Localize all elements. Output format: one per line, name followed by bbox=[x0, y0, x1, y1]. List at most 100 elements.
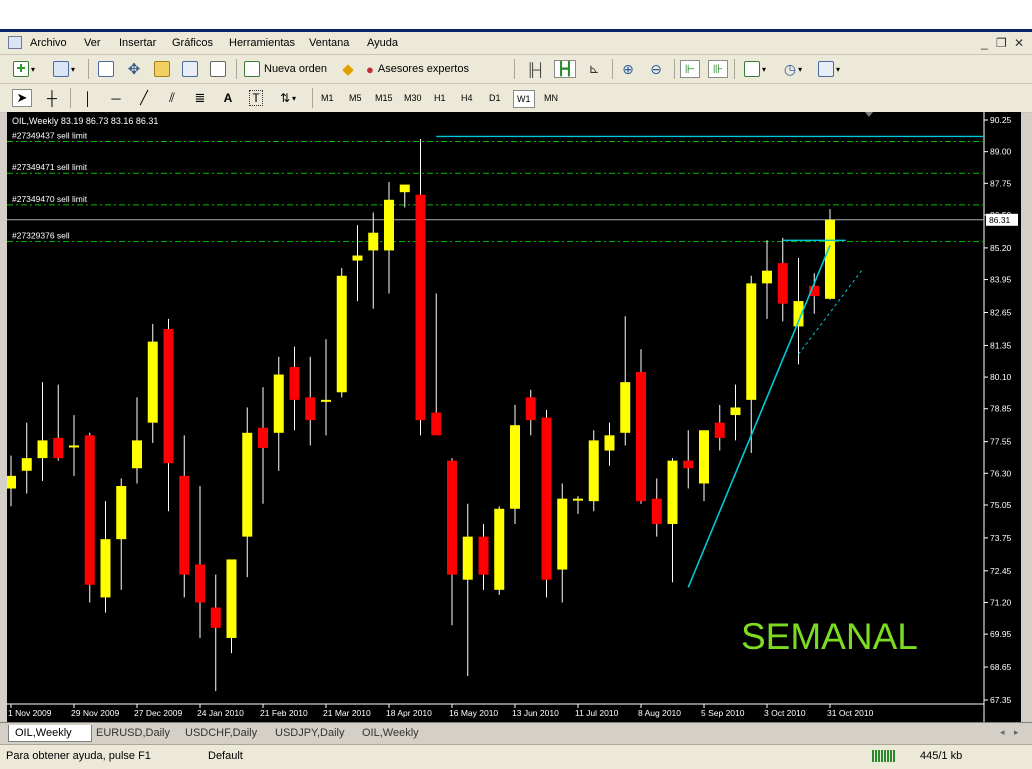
menu-insertar[interactable]: Insertar bbox=[119, 37, 156, 49]
arrows-button[interactable]: ⇅ ▾ bbox=[274, 89, 302, 107]
line-chart-button[interactable]: ⊾ bbox=[584, 60, 604, 78]
text-icon: A bbox=[223, 91, 233, 105]
y-tick-label: 82.65 bbox=[990, 307, 1012, 317]
new-chart-button[interactable]: ▾ bbox=[10, 60, 38, 78]
x-tick-label: 24 Jan 2010 bbox=[197, 708, 244, 718]
menu-ventana[interactable]: Ventana bbox=[309, 37, 349, 49]
tab-usdchf-daily[interactable]: USDCHF,Daily bbox=[179, 725, 271, 741]
metaeditor-button[interactable]: ◆ bbox=[338, 60, 358, 78]
y-tick-label: 77.55 bbox=[990, 437, 1012, 447]
current-price-label: 86.31 bbox=[989, 215, 1011, 225]
tester-button[interactable] bbox=[208, 60, 228, 78]
restore-icon[interactable]: ❐ bbox=[996, 36, 1007, 50]
timeframe-h1[interactable]: H1 bbox=[431, 90, 449, 106]
fibonacci-icon: ≣ bbox=[194, 90, 206, 105]
menu-ver[interactable]: Ver bbox=[84, 37, 101, 49]
bar-chart-button[interactable]: ╟┤ bbox=[526, 60, 546, 78]
new-order-label: Nueva orden bbox=[264, 63, 327, 75]
terminal-button[interactable] bbox=[180, 60, 200, 78]
vertical-line-button[interactable]: │ bbox=[78, 89, 98, 107]
timeframe-m15[interactable]: M15 bbox=[372, 90, 396, 106]
horizontal-line-button[interactable]: ─ bbox=[106, 89, 126, 107]
expert-advisors-button[interactable]: ● Asesores expertos bbox=[366, 60, 484, 78]
timeframe-d1[interactable]: D1 bbox=[486, 90, 504, 106]
crosshair-icon: ┼ bbox=[47, 90, 57, 106]
timeframe-h4[interactable]: H4 bbox=[458, 90, 476, 106]
order-label: #27349470 sell limit bbox=[12, 194, 88, 204]
status-traffic: 445/1 kb bbox=[920, 750, 963, 762]
indicators-button[interactable]: ▾ bbox=[740, 60, 770, 78]
terminal-icon bbox=[182, 61, 198, 77]
y-tick-label: 68.65 bbox=[990, 662, 1012, 672]
x-tick-label: 27 Dec 2009 bbox=[134, 708, 182, 718]
y-tick-label: 78.85 bbox=[990, 404, 1012, 414]
chart-shift-button[interactable]: ⊪ bbox=[708, 60, 728, 78]
minimize-icon[interactable]: _ bbox=[981, 36, 988, 50]
templates-button[interactable]: ▾ bbox=[814, 60, 844, 78]
y-tick-label: 80.10 bbox=[990, 372, 1012, 382]
data-window-button[interactable]: ✥ bbox=[124, 60, 144, 78]
timeframe-m5[interactable]: M5 bbox=[346, 90, 365, 106]
candlestick-icon: ┣┫ bbox=[557, 61, 573, 76]
connection-icon bbox=[872, 750, 896, 762]
indicators-icon bbox=[743, 61, 760, 77]
autoscroll-button[interactable]: ⊩ bbox=[680, 60, 700, 78]
menu-archivo[interactable]: Archivo bbox=[30, 37, 67, 49]
template-icon bbox=[817, 61, 834, 77]
tab-usdjpy-daily[interactable]: USDJPY,Daily bbox=[269, 725, 357, 741]
trendline-button[interactable]: ╱ bbox=[134, 89, 154, 107]
periods-button[interactable]: ◷ ▾ bbox=[778, 60, 808, 78]
y-tick-label: 87.75 bbox=[990, 178, 1012, 188]
zoom-in-button[interactable]: ⊕ bbox=[618, 60, 638, 78]
timeframe-m1[interactable]: M1 bbox=[318, 90, 337, 106]
menu-herramientas[interactable]: Herramientas bbox=[229, 37, 295, 49]
candlestick-button[interactable]: ┣┫ bbox=[554, 60, 576, 78]
candle-body bbox=[321, 399, 331, 402]
line-chart-icon: ⊾ bbox=[588, 61, 600, 76]
equidistant-channel-button[interactable]: ⫽ bbox=[162, 89, 182, 107]
app-icon[interactable] bbox=[8, 36, 22, 49]
text-button[interactable]: A bbox=[218, 89, 238, 107]
x-tick-label: 8 Aug 2010 bbox=[638, 708, 681, 718]
standard-toolbar: ▾ ▾ ✥ Nueva orden ◆ ● Asesores expertos ╟… bbox=[0, 55, 1032, 84]
candle-body bbox=[620, 382, 631, 433]
close-icon[interactable]: ✕ bbox=[1014, 36, 1024, 50]
text-label-button[interactable]: T bbox=[246, 89, 266, 107]
menu-ayuda[interactable]: Ayuda bbox=[367, 37, 398, 49]
tab-oil-weekly[interactable]: OIL,Weekly bbox=[8, 725, 92, 742]
crosshair-button[interactable]: ┼ bbox=[42, 89, 62, 107]
expert-advisors-label: Asesores expertos bbox=[377, 63, 469, 75]
candle-body bbox=[163, 328, 174, 464]
timeframe-m30[interactable]: M30 bbox=[401, 90, 425, 106]
candle-body bbox=[651, 498, 662, 524]
zoom-in-icon: ⊕ bbox=[622, 60, 634, 77]
y-tick-label: 71.20 bbox=[990, 597, 1012, 607]
menu-graficos[interactable]: Gráficos bbox=[172, 37, 213, 49]
tab-scroll-left-icon[interactable]: ◂ bbox=[1000, 727, 1005, 738]
y-tick-label: 67.35 bbox=[990, 695, 1012, 705]
zoom-out-button[interactable]: ⊖ bbox=[646, 60, 666, 78]
market-watch-button[interactable] bbox=[96, 60, 116, 78]
candle-body bbox=[100, 539, 111, 598]
cursor-button[interactable]: ➤ bbox=[12, 89, 32, 107]
tab-scroll-right-icon[interactable]: ▸ bbox=[1014, 727, 1019, 738]
candle-body bbox=[825, 219, 835, 299]
candle-body bbox=[415, 194, 426, 421]
candle-body bbox=[683, 460, 694, 469]
candlestick-chart[interactable]: OIL,Weekly 83.19 86.73 83.16 86.31 #27349… bbox=[7, 112, 1021, 722]
new-order-button[interactable]: Nueva orden bbox=[244, 60, 332, 78]
tab-eurusd-daily[interactable]: EURUSD,Daily bbox=[90, 725, 178, 741]
chart-shift-marker bbox=[865, 112, 873, 117]
chart-window[interactable]: OIL,Weekly 83.19 86.73 83.16 86.31 #27349… bbox=[7, 112, 1021, 722]
candle-body bbox=[714, 422, 725, 438]
candle-body bbox=[762, 270, 772, 284]
y-tick-label: 73.75 bbox=[990, 533, 1012, 543]
timeframe-w1[interactable]: W1 bbox=[513, 90, 535, 108]
trend-line bbox=[687, 245, 831, 588]
profiles-button[interactable]: ▾ bbox=[50, 60, 78, 78]
chart-header: OIL,Weekly 83.19 86.73 83.16 86.31 bbox=[12, 116, 158, 126]
fibonacci-button[interactable]: ≣ bbox=[190, 89, 210, 107]
navigator-button[interactable] bbox=[152, 60, 172, 78]
timeframe-mn[interactable]: MN bbox=[541, 90, 561, 106]
tab-oil-weekly-2[interactable]: OIL,Weekly bbox=[356, 725, 438, 741]
